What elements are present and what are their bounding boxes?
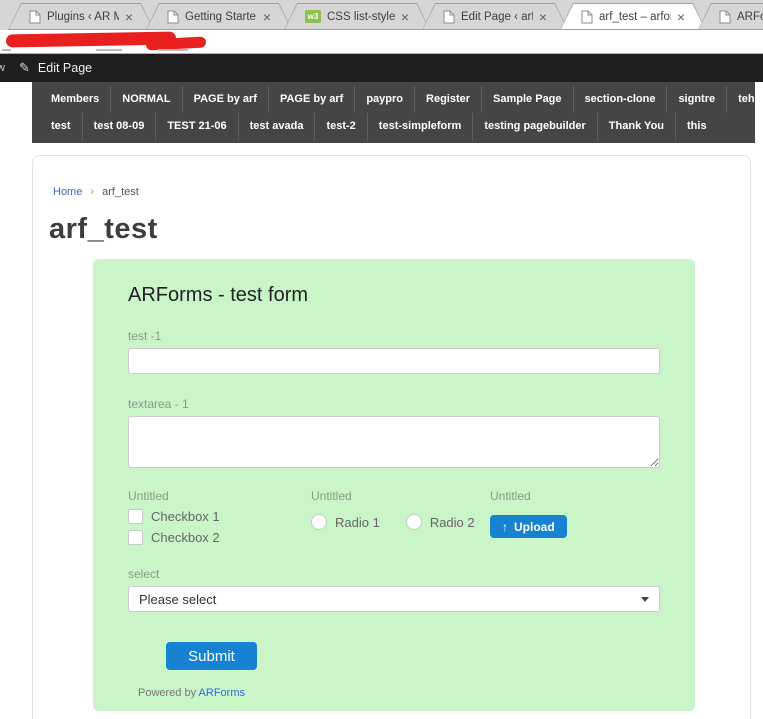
options-row: Untitled Checkbox 1 Checkbox 2 Untitled … bbox=[128, 489, 660, 545]
breadcrumb-home-link[interactable]: Home bbox=[53, 186, 82, 198]
nav-item-test-08-09[interactable]: test 08-09 bbox=[83, 113, 157, 140]
powered-by: Powered by ARForms bbox=[138, 687, 660, 699]
text-remnant bbox=[2, 49, 11, 51]
textarea-field-input[interactable] bbox=[128, 416, 660, 468]
arforms-link[interactable]: ARForms bbox=[199, 687, 245, 699]
select-selected-value: Please select bbox=[139, 592, 641, 607]
close-icon[interactable]: × bbox=[401, 10, 409, 24]
text-remnant bbox=[158, 49, 188, 51]
arforms-panel: ARForms - test form test -1 textarea - 1… bbox=[93, 259, 695, 711]
nav-item-page-by-arf-2[interactable]: PAGE by arf bbox=[269, 86, 355, 113]
checkbox-option: Checkbox 2 bbox=[128, 530, 311, 545]
page-icon bbox=[581, 10, 593, 24]
radio-2[interactable] bbox=[406, 514, 422, 530]
chevron-down-icon bbox=[641, 597, 649, 602]
nav-item-members[interactable]: Members bbox=[40, 86, 111, 113]
select-dropdown[interactable]: Please select bbox=[128, 586, 660, 612]
tab-arforms[interactable]: ARFor bbox=[698, 3, 763, 30]
tab-title: arf_test – arfor bbox=[599, 11, 671, 23]
nav-item-test-simpleform[interactable]: test-simpleform bbox=[368, 113, 474, 140]
site-nav-menu: Members NORMAL PAGE by arf PAGE by arf p… bbox=[32, 82, 755, 143]
page-icon bbox=[719, 10, 731, 24]
upload-button[interactable]: ↑ Upload bbox=[490, 515, 567, 538]
nav-item-sample-page[interactable]: Sample Page bbox=[482, 86, 573, 113]
radio-2-label: Radio 2 bbox=[430, 515, 475, 530]
text-field-input[interactable] bbox=[128, 348, 660, 374]
checkbox-group: Untitled Checkbox 1 Checkbox 2 bbox=[128, 489, 311, 545]
nav-item-testing-pagebuilder[interactable]: testing pagebuilder bbox=[473, 113, 597, 140]
powered-by-text: Powered by bbox=[138, 687, 199, 699]
tab-arf-test-active[interactable]: arf_test – arfor × bbox=[560, 3, 706, 30]
checkbox-2-label: Checkbox 2 bbox=[151, 530, 220, 545]
checkbox-1[interactable] bbox=[128, 509, 143, 524]
close-icon[interactable]: × bbox=[263, 10, 271, 24]
textarea-field-label: textarea - 1 bbox=[128, 397, 660, 411]
radio-option: Radio 2 bbox=[406, 514, 475, 530]
radio-1-label: Radio 1 bbox=[335, 515, 380, 530]
tab-edit-page[interactable]: Edit Page ‹ arf × bbox=[422, 3, 568, 30]
checkbox-option: Checkbox 1 bbox=[128, 509, 311, 524]
edit-page-link[interactable]: Edit Page bbox=[38, 61, 92, 75]
text-remnant bbox=[96, 49, 122, 51]
upload-button-label: Upload bbox=[514, 520, 555, 534]
select-field-label: select bbox=[128, 567, 660, 581]
nav-item-signtre[interactable]: signtre bbox=[667, 86, 727, 113]
form-title: ARForms - test form bbox=[128, 284, 660, 307]
nav-item-tehs[interactable]: tehs bbox=[727, 86, 763, 113]
page-icon bbox=[29, 10, 41, 24]
tab-title: Edit Page ‹ arf bbox=[461, 11, 533, 23]
tab-title: Getting Starte bbox=[185, 11, 257, 23]
page-content: Home › arf_test arf_test ARForms - test … bbox=[32, 155, 751, 719]
w3schools-icon: w3 bbox=[305, 10, 321, 23]
close-icon[interactable]: × bbox=[539, 10, 547, 24]
checkbox-1-label: Checkbox 1 bbox=[151, 509, 220, 524]
nav-item-this[interactable]: this bbox=[676, 113, 718, 140]
nav-row-2: test test 08-09 TEST 21-06 test avada te… bbox=[40, 113, 747, 140]
browser-tab-bar: Plugins ‹ AR M × Getting Starte × w3 CSS… bbox=[0, 0, 763, 30]
nav-item-normal[interactable]: NORMAL bbox=[111, 86, 182, 113]
page-title: arf_test bbox=[49, 213, 734, 246]
tab-title: ARFor bbox=[737, 11, 763, 23]
submit-button[interactable]: Submit bbox=[166, 642, 257, 670]
breadcrumb: Home › arf_test bbox=[49, 186, 734, 198]
nav-item-register[interactable]: Register bbox=[415, 86, 482, 113]
tab-plugins[interactable]: Plugins ‹ AR M × bbox=[8, 3, 154, 30]
nav-item-thank-you[interactable]: Thank You bbox=[598, 113, 676, 140]
page-icon bbox=[443, 10, 455, 24]
pencil-icon: ✎ bbox=[19, 60, 30, 76]
tab-getting-started[interactable]: Getting Starte × bbox=[146, 3, 292, 30]
radio-group-label: Untitled bbox=[311, 489, 490, 503]
breadcrumb-separator-icon: › bbox=[90, 186, 94, 198]
tab-title: Plugins ‹ AR M bbox=[47, 11, 119, 23]
browser-toolbar bbox=[0, 30, 763, 54]
close-icon[interactable]: × bbox=[677, 10, 685, 24]
page-icon bbox=[167, 10, 179, 24]
nav-item-paypro[interactable]: paypro bbox=[355, 86, 415, 113]
nav-row-1: Members NORMAL PAGE by arf PAGE by arf p… bbox=[40, 86, 747, 113]
nav-item-page-by-arf-1[interactable]: PAGE by arf bbox=[183, 86, 269, 113]
radio-group: Untitled Radio 1 Radio 2 bbox=[311, 489, 490, 545]
radio-1[interactable] bbox=[311, 514, 327, 530]
tab-css-list-style[interactable]: w3 CSS list-style-t × bbox=[284, 3, 430, 30]
upload-group-label: Untitled bbox=[490, 489, 660, 503]
breadcrumb-current: arf_test bbox=[102, 186, 139, 198]
close-icon[interactable]: × bbox=[125, 10, 133, 24]
upload-arrow-icon: ↑ bbox=[502, 520, 508, 534]
nav-item-test-2[interactable]: test-2 bbox=[315, 113, 367, 140]
nav-item-test-avada[interactable]: test avada bbox=[239, 113, 316, 140]
checkbox-group-label: Untitled bbox=[128, 489, 311, 503]
nav-item-test-21-06[interactable]: TEST 21-06 bbox=[156, 113, 238, 140]
radio-option: Radio 1 bbox=[311, 514, 380, 530]
nav-item-test-c[interactable]: test bbox=[40, 113, 83, 140]
text-field-label: test -1 bbox=[128, 329, 660, 343]
nav-item-section-clone[interactable]: section-clone bbox=[574, 86, 668, 113]
cut-off-text: w bbox=[0, 62, 11, 74]
checkbox-2[interactable] bbox=[128, 530, 143, 545]
upload-group: Untitled ↑ Upload bbox=[490, 489, 660, 545]
tab-title: CSS list-style-t bbox=[327, 11, 395, 23]
wp-admin-bar: w ✎ Edit Page bbox=[0, 54, 763, 82]
